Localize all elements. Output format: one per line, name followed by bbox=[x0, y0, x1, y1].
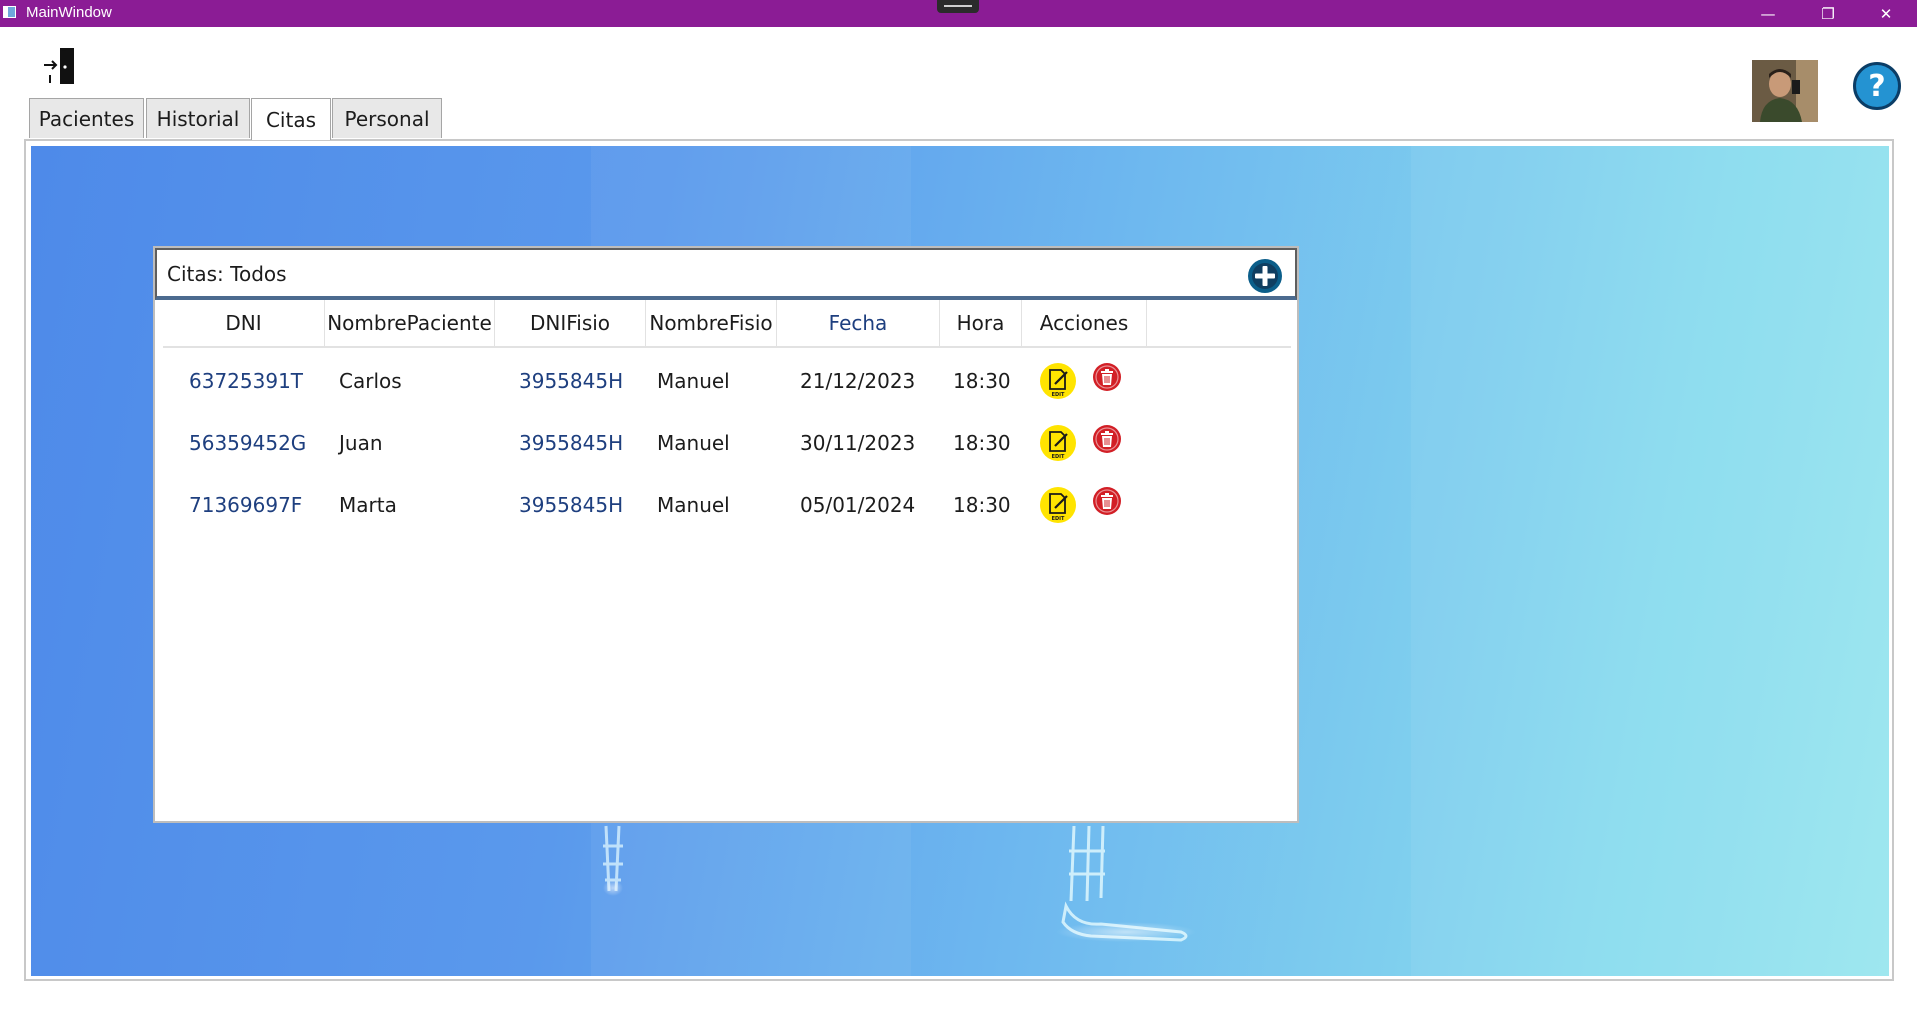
cell-hora: 18:30 bbox=[953, 369, 1011, 393]
cell-nombre-paciente: Marta bbox=[339, 493, 397, 517]
cell-fecha: 21/12/2023 bbox=[800, 369, 916, 393]
window-title: MainWindow bbox=[26, 4, 112, 21]
trash-icon bbox=[1093, 363, 1121, 391]
restore-icon: ❐ bbox=[1821, 4, 1835, 23]
column-header-label: Fecha bbox=[828, 311, 888, 335]
minimize-button[interactable]: — bbox=[1745, 0, 1791, 27]
column-header-label: NombreFisio bbox=[649, 311, 773, 335]
window-app-icon bbox=[3, 6, 16, 18]
trash-icon bbox=[1093, 487, 1121, 515]
cell-hora: 18:30 bbox=[953, 493, 1011, 517]
table-row[interactable]: 56359452G Juan 3955845H Manuel 30/11/202… bbox=[163, 412, 1291, 474]
tab-historial[interactable]: Historial bbox=[146, 98, 250, 138]
edit-document-icon: EDIT bbox=[1040, 425, 1076, 461]
column-header-acciones[interactable]: Acciones bbox=[1022, 300, 1147, 346]
column-header-nombrefisio[interactable]: NombreFisio bbox=[646, 300, 777, 346]
add-cita-button[interactable] bbox=[1247, 258, 1283, 294]
table-row[interactable]: 63725391T Carlos 3955845H Manuel 21/12/2… bbox=[163, 350, 1291, 412]
title-bar: MainWindow — ❐ ✕ bbox=[0, 0, 1917, 27]
door-exit-icon bbox=[44, 48, 74, 84]
column-header-label: DNIFisio bbox=[529, 311, 611, 335]
tab-label: Historial bbox=[156, 106, 240, 131]
panel-title: Citas: Todos bbox=[167, 262, 287, 286]
column-header-label: Acciones bbox=[1039, 311, 1129, 335]
edit-button[interactable]: EDIT bbox=[1039, 486, 1077, 524]
cell-dni: 63725391T bbox=[189, 369, 304, 393]
tab-citas[interactable]: Citas bbox=[251, 98, 331, 140]
snap-layout-handle[interactable] bbox=[937, 0, 979, 13]
edit-icon-label: EDIT bbox=[1052, 454, 1065, 460]
column-header-label: DNI bbox=[225, 311, 262, 335]
exit-button[interactable] bbox=[42, 45, 78, 89]
cell-nombre-paciente: Carlos bbox=[339, 369, 402, 393]
close-icon: ✕ bbox=[1879, 4, 1893, 23]
column-header-nombrepaciente[interactable]: NombrePaciente bbox=[325, 300, 495, 346]
minimize-icon: — bbox=[1760, 4, 1776, 23]
cell-fecha: 05/01/2024 bbox=[800, 493, 916, 517]
table-row[interactable]: 71369697F Marta 3955845H Manuel 05/01/20… bbox=[163, 474, 1291, 536]
column-header-label: Hora bbox=[956, 311, 1005, 335]
citas-panel: Citas: Todos DNI NombrePaciente DNIFisio… bbox=[153, 246, 1299, 823]
table-header: DNI NombrePaciente DNIFisio NombreFisio … bbox=[163, 300, 1291, 348]
edit-button[interactable]: EDIT bbox=[1039, 362, 1077, 400]
cell-dni: 56359452G bbox=[189, 431, 307, 455]
edit-icon-label: EDIT bbox=[1052, 392, 1065, 398]
column-header-hora[interactable]: Hora bbox=[940, 300, 1022, 346]
user-avatar[interactable] bbox=[1752, 60, 1818, 122]
plus-circle-icon bbox=[1248, 259, 1282, 293]
question-mark-icon: ? bbox=[1868, 68, 1886, 104]
cell-nombre-fisio: Manuel bbox=[657, 431, 730, 455]
delete-button[interactable] bbox=[1092, 362, 1122, 392]
tab-pacientes[interactable]: Pacientes bbox=[29, 98, 144, 138]
panel-header: Citas: Todos bbox=[155, 248, 1297, 300]
delete-button[interactable] bbox=[1092, 486, 1122, 516]
edit-icon-label: EDIT bbox=[1052, 516, 1065, 522]
cell-nombre-fisio: Manuel bbox=[657, 369, 730, 393]
tab-label: Personal bbox=[344, 106, 430, 131]
close-button[interactable]: ✕ bbox=[1863, 0, 1909, 27]
delete-button[interactable] bbox=[1092, 424, 1122, 454]
cell-nombre-paciente: Juan bbox=[339, 431, 383, 455]
column-header-label: NombrePaciente bbox=[327, 311, 492, 335]
column-header-fecha[interactable]: Fecha bbox=[777, 300, 940, 346]
edit-button[interactable]: EDIT bbox=[1039, 424, 1077, 462]
restore-button[interactable]: ❐ bbox=[1805, 0, 1851, 27]
trash-icon bbox=[1093, 425, 1121, 453]
column-header-dnifisio[interactable]: DNIFisio bbox=[495, 300, 646, 346]
tab-personal[interactable]: Personal bbox=[332, 98, 442, 138]
tab-label: Pacientes bbox=[38, 106, 135, 131]
cell-fecha: 30/11/2023 bbox=[800, 431, 916, 455]
avatar-photo bbox=[1752, 60, 1818, 122]
cell-hora: 18:30 bbox=[953, 431, 1011, 455]
cell-dni-fisio: 3955845H bbox=[519, 493, 624, 517]
help-button[interactable]: ? bbox=[1853, 62, 1901, 110]
cell-dni-fisio: 3955845H bbox=[519, 431, 624, 455]
tab-label: Citas bbox=[265, 107, 317, 132]
cell-dni: 71369697F bbox=[189, 493, 303, 517]
column-header-dni[interactable]: DNI bbox=[163, 300, 325, 346]
edit-document-icon: EDIT bbox=[1040, 363, 1076, 399]
cell-nombre-fisio: Manuel bbox=[657, 493, 730, 517]
cell-dni-fisio: 3955845H bbox=[519, 369, 624, 393]
edit-document-icon: EDIT bbox=[1040, 487, 1076, 523]
